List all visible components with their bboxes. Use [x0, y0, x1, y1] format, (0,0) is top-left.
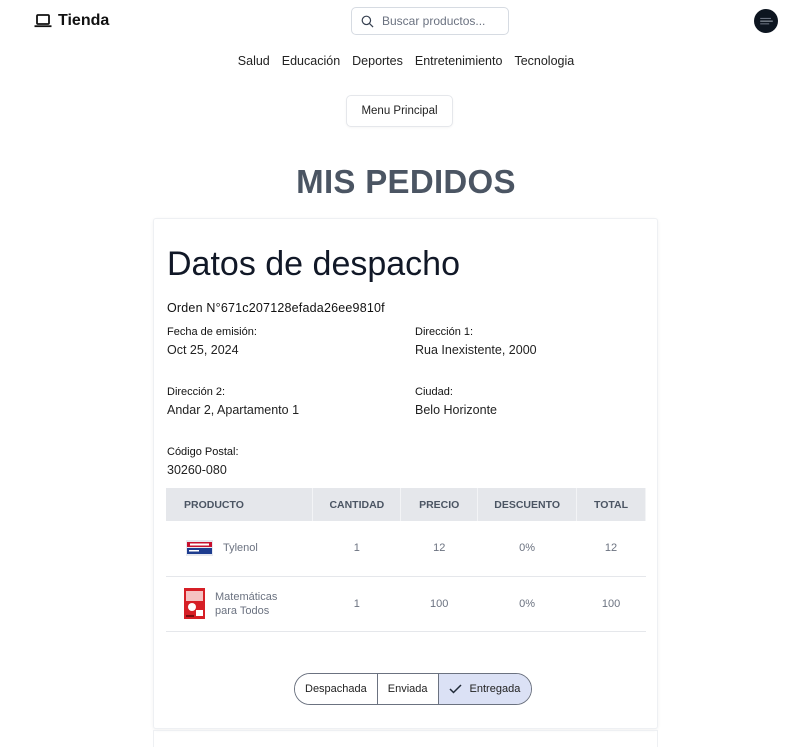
user-avatar-icon [759, 17, 773, 24]
total-cell: 100 [576, 576, 646, 632]
status-label: Entregada [469, 683, 521, 695]
field-value: Andar 2, Apartamento 1 [167, 403, 300, 417]
descuento-cell: 0% [477, 521, 577, 577]
field-label: Dirección 1: [415, 326, 474, 338]
cantidad-cell: 1 [312, 521, 401, 577]
check-icon [449, 684, 462, 694]
field-ciudad: Ciudad: Belo Horizonte [415, 386, 497, 417]
table-row: Matemáticas para Todos 1 100 0% 100 [166, 576, 646, 632]
field-label: Código Postal: [167, 446, 239, 458]
status-enviada-button[interactable]: Enviada [377, 674, 439, 704]
status-despachada-button[interactable]: Despachada [295, 674, 378, 704]
category-entretenimiento[interactable]: Entretenimiento [415, 54, 503, 68]
field-direccion-2: Dirección 2: Andar 2, Apartamento 1 [167, 386, 299, 417]
precio-cell: 100 [400, 576, 478, 632]
table-row: Tylenol 1 12 0% 12 [166, 521, 646, 577]
column-header-descuento: DESCUENTO [477, 488, 578, 521]
brand-logo[interactable]: Tienda [34, 12, 109, 30]
order-status-stepper: Despachada Enviada Entregada [294, 673, 533, 705]
field-label: Dirección 2: [167, 386, 226, 398]
product-name: Matemáticas para Todos [215, 590, 278, 617]
order-heading: Datos de despacho [167, 245, 460, 283]
precio-cell: 12 [400, 521, 478, 577]
field-value: 30260-080 [167, 463, 227, 477]
field-label: Ciudad: [415, 386, 453, 398]
category-salud[interactable]: Salud [238, 54, 270, 68]
column-header-cantidad: CANTIDAD [312, 488, 402, 521]
field-fecha: Fecha de emisión: Oct 25, 2024 [167, 326, 257, 357]
field-value: Oct 25, 2024 [167, 343, 239, 357]
laptop-icon [34, 14, 52, 28]
order-items-table: PRODUCTO CANTIDAD PRECIO DESCUENTO TOTAL [166, 488, 646, 632]
field-direccion-1: Dirección 1: Rua Inexistente, 2000 [415, 326, 537, 357]
brand-name: Tienda [58, 12, 110, 29]
math-book-product-image [184, 588, 205, 619]
descuento-cell: 0% [477, 576, 577, 632]
order-number: Orden N°671c207128efada26ee9810f [167, 301, 385, 315]
column-header-producto: PRODUCTO [166, 488, 314, 521]
field-label: Fecha de emisión: [167, 326, 257, 338]
search-input[interactable] [382, 14, 502, 28]
top-navbar: Tienda [0, 0, 812, 44]
total-cell: 12 [576, 521, 646, 577]
search-icon [361, 15, 374, 27]
field-value: Rua Inexistente, 2000 [415, 343, 537, 357]
status-entregada-button[interactable]: Entregada [438, 674, 532, 704]
field-codigo-postal: Código Postal: 30260-080 [167, 446, 239, 477]
next-order-card [153, 730, 658, 747]
product-cell: Tylenol [166, 521, 313, 577]
tylenol-product-image [186, 540, 213, 557]
category-deportes[interactable]: Deportes [352, 54, 403, 68]
column-header-precio: PRECIO [400, 488, 479, 521]
main-menu-button[interactable]: Menu Principal [346, 95, 453, 127]
field-value: Belo Horizonte [415, 403, 497, 417]
search-box[interactable] [351, 7, 509, 35]
table-header-row: PRODUCTO CANTIDAD PRECIO DESCUENTO TOTAL [166, 488, 646, 521]
order-card: Datos de despacho Orden N°671c207128efad… [153, 218, 658, 729]
cantidad-cell: 1 [312, 576, 401, 632]
column-header-total: TOTAL [576, 488, 646, 521]
avatar[interactable] [754, 9, 778, 33]
category-educacion[interactable]: Educación [282, 54, 340, 68]
category-nav: Salud Educación Deportes Entretenimiento… [0, 54, 812, 68]
page-title: MIS PEDIDOS [296, 163, 516, 200]
product-cell: Matemáticas para Todos [166, 576, 313, 632]
product-name: Tylenol [223, 542, 258, 555]
category-tecnologia[interactable]: Tecnologia [514, 54, 574, 68]
